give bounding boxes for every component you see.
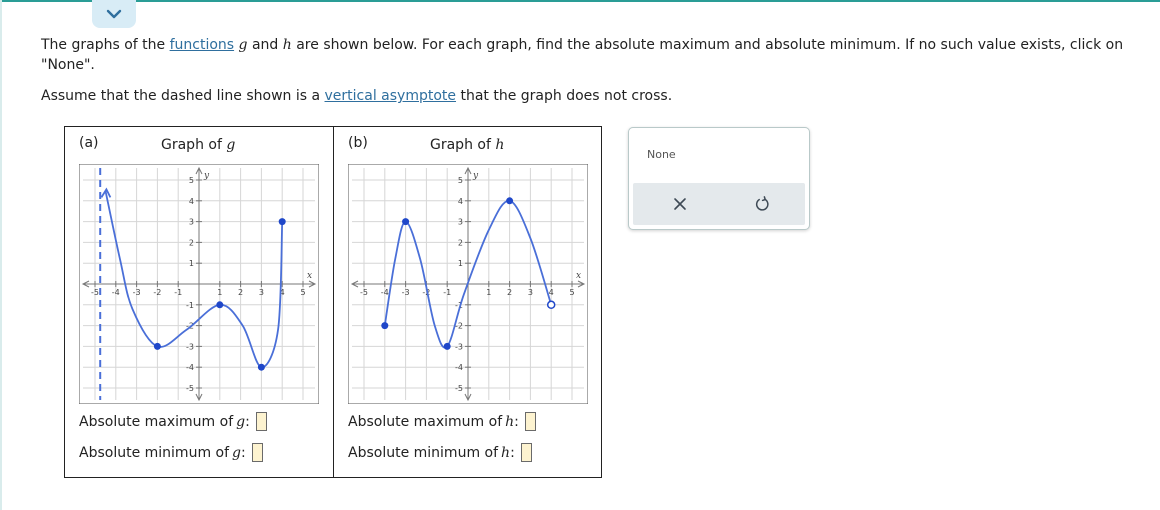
x-tick-label: 1 — [486, 288, 491, 297]
abs-max-g-var: g — [236, 413, 246, 430]
point-h — [402, 218, 410, 226]
x-tick-label: -1 — [443, 288, 451, 297]
y-tick-label: -4 — [455, 363, 463, 372]
abs-min-g-label: Absolute minimum of — [79, 444, 230, 461]
close-icon — [674, 198, 686, 210]
clear-button[interactable] — [668, 192, 692, 216]
y-tick-label: 1 — [458, 259, 463, 268]
x-axis-label: x — [576, 271, 581, 281]
abs-min-h-var: h — [501, 444, 511, 461]
x-tick-label: -4 — [381, 288, 389, 297]
graph-g[interactable]: -5 -4 -3 -2 -1 1 2 3 4 512345-1-2-3-4-5xy — [79, 164, 319, 404]
x-tick-label: 3 — [259, 288, 264, 297]
x-tick-label: -3 — [133, 288, 141, 297]
abs-max-h-label: Absolute maximum of — [348, 413, 503, 430]
x-axis-label: x — [307, 271, 312, 281]
functions-link[interactable]: functions — [170, 37, 234, 53]
x-tick-label: -4 — [112, 288, 120, 297]
asymptote-note: Assume that the dashed line shown is a v… — [41, 86, 672, 106]
x-tick-label: 2 — [238, 288, 243, 297]
point-g — [257, 363, 265, 371]
abs-max-g-row: Absolute maximum of g: — [79, 412, 267, 431]
x-tick-label: 3 — [528, 288, 533, 297]
y-tick-label: 4 — [189, 197, 194, 206]
abs-min-g-var: g — [232, 444, 241, 461]
y-tick-label: -3 — [186, 342, 194, 351]
abs-min-g-input[interactable] — [251, 443, 263, 462]
x-tick-label: -2 — [153, 288, 161, 297]
point-h — [381, 322, 389, 330]
x-tick-label: 5 — [300, 288, 305, 297]
y-tick-label: -5 — [455, 384, 463, 393]
y-tick-label: -4 — [186, 363, 194, 372]
point-g — [216, 301, 224, 309]
y-tick-label: -3 — [455, 342, 463, 351]
y-tick-label: 2 — [189, 238, 194, 247]
x-tick-label: -3 — [402, 288, 410, 297]
y-tick-label: 1 — [189, 259, 194, 268]
reset-button[interactable] — [750, 192, 774, 216]
graph-h-title-text: Graph of — [430, 137, 496, 153]
y-tick-label: 5 — [458, 176, 463, 185]
intro-text-1: The graphs of the — [41, 37, 170, 53]
graph-g-title-var: g — [226, 137, 236, 153]
collapse-button[interactable] — [92, 0, 136, 28]
abs-max-h-colon: : — [514, 413, 519, 430]
graph-h-title: Graph of h — [430, 137, 504, 153]
point-g — [278, 218, 286, 226]
top-accent-rule — [0, 0, 1160, 2]
vertical-asymptote-link[interactable]: vertical asymptote — [325, 88, 457, 104]
abs-min-g-colon: : — [241, 444, 246, 461]
graph-h[interactable]: -5 -4 -3 -2 -1 1 2 3 4 512345-1-2-3-4-5xy — [348, 164, 588, 404]
var-h: h — [282, 37, 292, 53]
undo-icon — [755, 196, 769, 211]
x-tick-label: 2 — [507, 288, 512, 297]
chevron-down-icon — [106, 9, 122, 19]
graph-h-title-var: h — [495, 137, 505, 153]
abs-min-h-label: Absolute minimum of — [348, 444, 499, 461]
point-h — [506, 197, 514, 205]
y-tick-label: 3 — [189, 218, 194, 227]
graph-g-title: Graph of g — [161, 137, 235, 153]
assume-text-2: that the graph does not cross. — [456, 88, 673, 104]
y-tick-label: 4 — [458, 197, 463, 206]
left-accent-rule — [0, 0, 2, 510]
abs-max-g-input[interactable] — [255, 412, 267, 431]
instructions: The graphs of the functions g and h are … — [41, 35, 1146, 75]
none-option[interactable]: None — [647, 148, 676, 161]
abs-min-h-row: Absolute minimum of h: — [348, 443, 532, 462]
x-tick-label: -5 — [91, 288, 99, 297]
assume-text-1: Assume that the dashed line shown is a — [41, 88, 325, 104]
x-tick-label: 1 — [217, 288, 222, 297]
x-tick-label: -5 — [360, 288, 368, 297]
abs-max-h-row: Absolute maximum of h: — [348, 412, 536, 431]
point-h — [443, 342, 451, 350]
y-tick-label: 5 — [189, 176, 194, 185]
abs-min-g-row: Absolute minimum of g: — [79, 443, 263, 462]
panel-b-tag: (b) — [348, 135, 368, 151]
graph-g-title-text: Graph of — [161, 137, 227, 153]
y-axis-label: y — [203, 171, 210, 181]
var-g: g — [238, 37, 248, 53]
point-g — [153, 342, 161, 350]
abs-max-h-var: h — [505, 413, 515, 430]
abs-max-g-label: Absolute maximum of — [79, 413, 234, 430]
panel-divider — [333, 126, 334, 478]
y-axis-label: y — [472, 171, 479, 181]
abs-min-h-input[interactable] — [520, 443, 532, 462]
y-tick-label: -5 — [186, 384, 194, 393]
x-tick-label: -1 — [174, 288, 182, 297]
none-panel: None — [628, 127, 810, 230]
abs-max-g-colon: : — [245, 413, 250, 430]
abs-max-h-input[interactable] — [524, 412, 536, 431]
y-tick-label: 3 — [458, 218, 463, 227]
open-point-h — [546, 300, 556, 310]
abs-min-h-colon: : — [510, 444, 515, 461]
y-tick-label: 2 — [458, 238, 463, 247]
panel-a-tag: (a) — [79, 135, 99, 151]
y-tick-label: -1 — [186, 301, 194, 310]
intro-text-2: and — [247, 37, 283, 53]
tool-bar — [633, 183, 805, 225]
x-tick-label: 5 — [569, 288, 574, 297]
